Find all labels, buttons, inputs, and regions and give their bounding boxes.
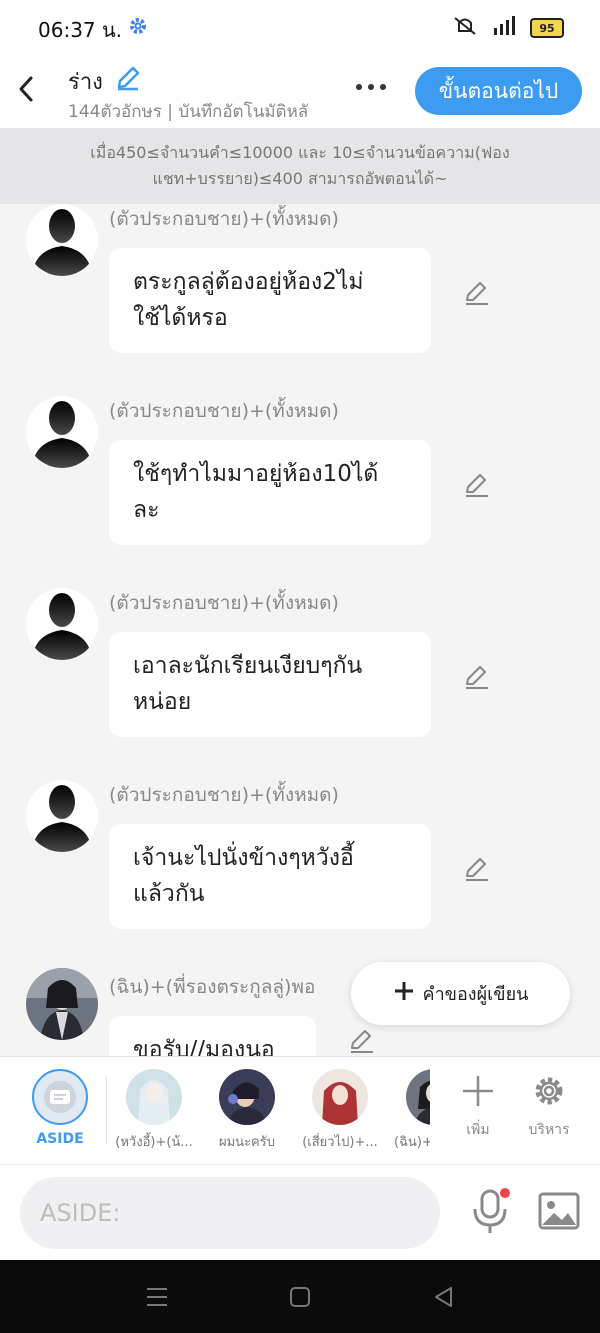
message-text-line: เอาละนักเรียนเงียบๆกัน [133,653,363,679]
gear-icon [518,1073,580,1113]
status-time: 06:37 น. [38,18,123,42]
character-label: ผมนะครับ [219,1135,275,1150]
page-subtitle: 144ตัวอักษร | บันทึกอัตโนมัติหลั [68,102,309,122]
back-triangle-icon[interactable] [432,1285,454,1313]
character-aside[interactable]: ASIDE [18,1057,102,1147]
message-text-line: ใช้ๆทำไมมาอยู่ห้อง10ได้ [133,461,379,487]
character-label: ASIDE [36,1131,84,1147]
next-step-button[interactable]: ขั้นตอนต่อไป [415,67,582,115]
character-avatar [406,1069,430,1125]
message-sender: (ตัวประกอบชาย)+(ทั้งหมด) [109,208,339,230]
back-arrow-icon[interactable] [16,74,38,108]
message-bubble[interactable]: ใช้ๆทำไมมาอยู่ห้อง10ได้ ละ [109,440,431,545]
message-sender: (ตัวประกอบชาย)+(ทั้งหมด) [109,592,339,614]
character-avatar [126,1069,182,1125]
character-bar: ASIDE (หวังอี้)+(น้... ผมนะครับ (เสี่ยวไ… [0,1056,600,1165]
message-text-line: ตระกูลลู่ต้องอยู่ห้อง2ไม่ [133,269,364,295]
add-label: เพิ่ม [466,1122,490,1138]
image-icon[interactable] [538,1191,580,1235]
home-icon[interactable] [289,1286,311,1312]
top-header: ร่าง 144ตัวอักษร | บันทึกอัตโนมัติหลั ขั… [0,52,600,128]
edit-message-icon[interactable] [462,854,492,884]
mute-icon [452,15,478,41]
message-bubble[interactable]: ตระกูลลู่ต้องอยู่ห้อง2ไม่ ใช้ได้หรอ [109,248,431,353]
manage-characters-button[interactable]: บริหาร [518,1073,580,1141]
character-label: (หวังอี้)+(น้... [115,1135,193,1150]
edit-message-icon[interactable] [347,1026,377,1056]
notice-line-2: แชท+บรรยาย)≤400 สามารถอัพตอนได้~ [152,169,448,188]
battery-icon: 95 [530,18,564,38]
more-options-icon[interactable] [356,84,386,90]
character-label: (เสี่ยวไป)+... [302,1135,378,1150]
character-item[interactable]: (หวังอี้)+(น้... [112,1057,196,1152]
silhouette-avatar[interactable] [26,588,98,660]
status-right: 95 [452,15,564,41]
character-item[interactable]: (ฉิน)+ [386,1057,430,1165]
message-text-line: ขอรับ//มองนอ [133,1037,275,1056]
character-avatar[interactable] [26,968,98,1040]
settings-gear-icon [128,16,148,40]
menu-icon[interactable] [145,1286,169,1312]
character-avatar [219,1069,275,1125]
character-avatar [312,1069,368,1125]
silhouette-avatar[interactable] [26,780,98,852]
message-bubble[interactable]: เจ้านะไปนั่งข้างๆหวังอี้ แล้วกัน [109,824,431,929]
message-bubble[interactable]: เอาละนักเรียนเงียบๆกัน หน่อย [109,632,431,737]
message-text-line: เจ้านะไปนั่งข้างๆหวังอี้ [133,845,354,871]
edit-message-icon[interactable] [462,662,492,692]
edit-message-icon[interactable] [462,278,492,308]
edit-message-icon[interactable] [462,470,492,500]
message-sender: (ฉิน)+(พี่รองตระกูลลู่)พอ [109,976,316,998]
notice-line-1: เมื่อ450≤จำนวนคำ≤10000 และ 10≤จำนวนข้อคว… [90,143,510,162]
plus-icon [448,1073,508,1113]
silhouette-avatar[interactable] [26,204,98,276]
message-sender: (ตัวประกอบชาย)+(ทั้งหมด) [109,400,339,422]
fade-edge [430,1057,442,1165]
system-navigation-bar [0,1260,600,1333]
message-text-line: แล้วกัน [133,881,205,907]
input-bar [0,1164,600,1261]
character-label: (ฉิน)+ [394,1135,430,1150]
character-item[interactable]: (เสี่ยวไป)+... [298,1057,382,1152]
message-input[interactable] [20,1177,440,1249]
message-bubble[interactable]: ขอรับ//มองนอ [109,1016,316,1056]
plus-icon [393,980,415,1007]
character-item[interactable]: ผมนะครับ [205,1057,289,1152]
author-words-label: คำของผู้เขียน [422,984,529,1005]
status-bar: 06:37 น. 95 [0,0,600,52]
signal-icon [492,16,516,40]
author-words-button[interactable]: คำของผู้เขียน [351,962,570,1025]
page-title: ร่าง [68,70,103,95]
message-sender: (ตัวประกอบชาย)+(ทั้งหมด) [109,784,339,806]
microphone-icon[interactable] [470,1187,510,1239]
edit-title-pencil-icon[interactable] [114,64,142,96]
requirements-notice: เมื่อ450≤จำนวนคำ≤10000 และ 10≤จำนวนข้อคว… [0,128,600,204]
message-text-line: ละ [133,497,160,523]
add-character-button[interactable]: เพิ่ม [448,1073,508,1141]
message-list: (ตัวประกอบชาย)+(ทั้งหมด) ตระกูลลู่ต้องอย… [0,204,600,1056]
silhouette-avatar[interactable] [26,396,98,468]
message-text-line: หน่อย [133,689,192,715]
aside-chat-icon [32,1069,88,1125]
manage-label: บริหาร [528,1122,570,1138]
message-text-line: ใช้ได้หรอ [133,305,228,331]
divider [106,1077,107,1143]
